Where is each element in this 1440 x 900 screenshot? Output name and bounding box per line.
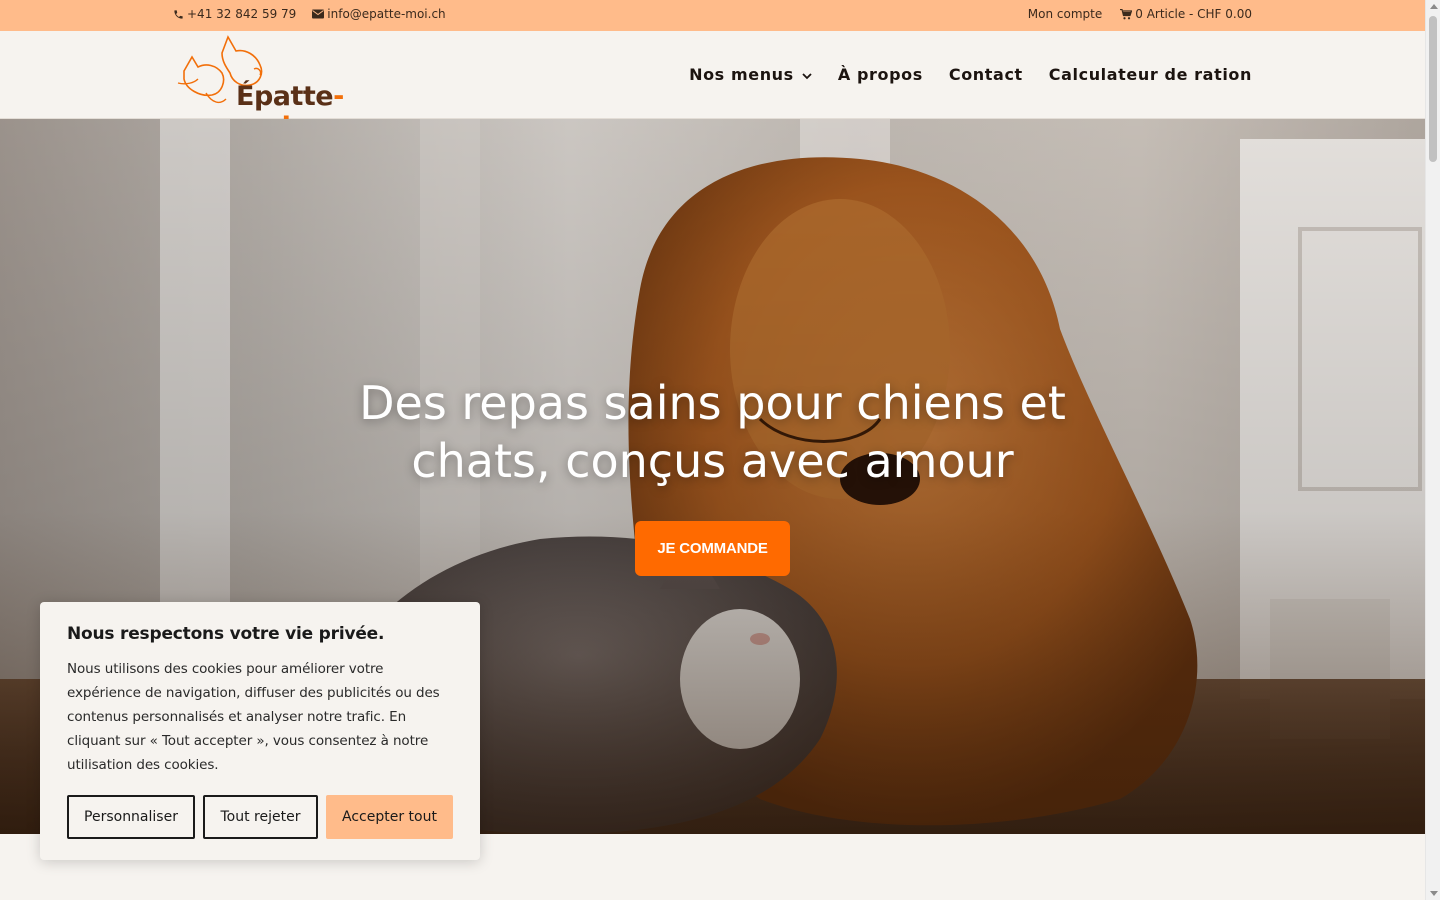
cookie-consent-banner: Nous respectons votre vie privée. Nous u… — [40, 602, 480, 860]
main-navigation: Nos menus À propos Contact Calculateur d… — [689, 65, 1252, 84]
reject-all-button[interactable]: Tout rejeter — [203, 795, 318, 839]
nav-item-about[interactable]: À propos — [838, 65, 923, 84]
cookie-description: Nous utilisons des cookies pour améliore… — [67, 661, 440, 773]
nav-item-label: À propos — [837, 65, 923, 84]
account-link[interactable]: Mon compte — [1028, 7, 1102, 21]
nav-item-label: Nos menus — [689, 65, 794, 84]
order-button[interactable]: JE COMMANDE — [635, 521, 790, 576]
cart-icon — [1120, 8, 1133, 20]
nav-item-label: Contact — [948, 65, 1023, 84]
cart-link[interactable]: 0 Article - CHF 0.00 — [1120, 7, 1252, 21]
hero-title: Des repas sains pour chiens et chats, co… — [359, 376, 1066, 488]
accept-all-button[interactable]: Accepter tout — [326, 795, 453, 839]
scroll-up-icon[interactable] — [1430, 4, 1438, 9]
cart-summary: 0 Article - CHF 0.00 — [1135, 7, 1252, 21]
scroll-down-icon[interactable] — [1430, 891, 1438, 896]
top-bar: +41 32 842 59 79 info@epatte-moi.ch Mon … — [0, 0, 1425, 31]
nav-item-label: Calculateur de ration — [1048, 65, 1252, 84]
customize-button[interactable]: Personnaliser — [67, 795, 195, 839]
nav-item-ration-calculator[interactable]: Calculateur de ration — [1049, 65, 1252, 84]
contact-info: +41 32 842 59 79 info@epatte-moi.ch — [173, 7, 446, 21]
envelope-icon — [312, 9, 325, 19]
logo-text-main: Épatte — [236, 81, 334, 112]
nav-item-contact[interactable]: Contact — [949, 65, 1023, 84]
account-links: Mon compte 0 Article - CHF 0.00 — [1028, 7, 1252, 21]
page-scrollbar[interactable] — [1425, 0, 1440, 900]
email-address: info@epatte-moi.ch — [327, 7, 446, 21]
cookie-title: Nous respectons votre vie privée. — [67, 624, 385, 644]
site-logo[interactable]: Épatte-moi — [176, 33, 396, 143]
email-link[interactable]: info@epatte-moi.ch — [312, 7, 446, 21]
site-header: Épatte-moi Nos menus À propos Contact Ca… — [0, 31, 1425, 143]
phone-link[interactable]: +41 32 842 59 79 — [173, 7, 296, 21]
cookie-actions: Personnaliser Tout rejeter Accepter tout — [67, 795, 453, 839]
phone-icon — [173, 9, 184, 20]
nav-item-menus[interactable]: Nos menus — [689, 65, 812, 84]
phone-number: +41 32 842 59 79 — [187, 7, 297, 21]
scrollbar-thumb[interactable] — [1429, 16, 1437, 162]
chevron-down-icon — [802, 65, 812, 84]
